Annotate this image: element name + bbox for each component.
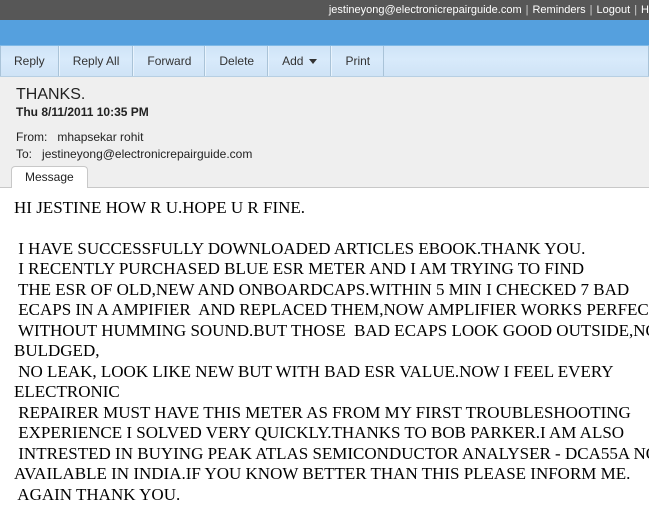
toolbar-filler — [384, 46, 649, 76]
from-label: From: — [16, 130, 48, 144]
body-line: INTRESTED IN BUYING PEAK ATLAS SEMICONDU… — [14, 443, 649, 463]
reply-all-button-label: Reply All — [72, 54, 120, 68]
forward-button-label: Forward — [147, 54, 192, 68]
body-line: REPAIRER MUST HAVE THIS METER AS FROM MY… — [14, 402, 631, 422]
delete-button[interactable]: Delete — [205, 46, 269, 76]
message-from-row: From: mhapsekar rohit — [16, 129, 649, 146]
tab-message-label: Message — [25, 170, 74, 184]
body-line: HI JESTINE HOW R U.HOPE U R FINE. — [14, 198, 306, 217]
reminders-link[interactable]: Reminders — [532, 4, 585, 16]
account-email: jestineyong@electronicrepairguide.com — [328, 4, 522, 16]
blue-accent-band — [0, 20, 649, 46]
account-bar: jestineyong@electronicrepairguide.com | … — [0, 0, 649, 20]
body-line: AVAILABLE IN INDIA.IF YOU KNOW BETTER TH… — [14, 464, 631, 483]
account-bar-separator-1: | — [525, 4, 529, 16]
body-line: BULDGED, — [14, 341, 100, 360]
delete-button-label: Delete — [219, 54, 255, 68]
message-subject: THANKS. — [16, 86, 86, 103]
body-line: ECAPS IN A AMPIFIER AND REPLACED THEM,NO… — [14, 300, 649, 319]
chevron-down-icon — [309, 58, 318, 64]
message-address-block: From: mhapsekar rohit To: jestineyong@el… — [16, 129, 649, 163]
tab-message[interactable]: Message — [11, 166, 88, 188]
message-date: Thu 8/11/2011 10:35 PM — [16, 105, 149, 119]
reply-button[interactable]: Reply — [0, 46, 59, 76]
body-line: WITHOUT HUMMING SOUND.BUT THOSE BAD ECAP… — [14, 320, 649, 340]
message-header-panel: THANKS. Thu 8/11/2011 10:35 PM From: mha… — [0, 77, 649, 165]
body-line: THE ESR OF OLD,NEW AND ONBOARDCAPS.WITHI… — [14, 279, 630, 299]
print-button[interactable]: Print — [331, 46, 385, 76]
body-line: EXPERIENCE I SOLVED VERY QUICKLY.THANKS … — [14, 423, 625, 442]
body-line: AGAIN THANK YOU. — [14, 484, 181, 504]
body-line: ELECTRONIC — [14, 382, 120, 401]
from-value[interactable]: mhapsekar rohit — [57, 130, 143, 144]
message-tab-strip: Message — [0, 165, 649, 188]
reply-button-label: Reply — [14, 54, 45, 68]
logout-link[interactable]: Logout — [597, 4, 631, 16]
body-line: NO LEAK, LOOK LIKE NEW BUT WITH BAD ESR … — [14, 361, 614, 381]
body-line: I RECENTLY PURCHASED BLUE ESR METER AND … — [14, 259, 585, 278]
add-button-label: Add — [282, 54, 304, 68]
add-dropdown-button[interactable]: Add — [268, 46, 332, 76]
forward-button[interactable]: Forward — [133, 46, 206, 76]
to-label: To: — [16, 147, 33, 161]
message-toolbar: Reply Reply All Forward Delete Add Print — [0, 46, 649, 77]
reply-all-button[interactable]: Reply All — [58, 46, 134, 76]
account-bar-separator-3: | — [634, 4, 638, 16]
help-link[interactable]: H — [641, 4, 649, 16]
message-body: HI JESTINE HOW R U.HOPE U R FINE. I HAVE… — [0, 188, 649, 515]
body-blank-line — [14, 219, 649, 239]
body-line: I HAVE SUCCESSFULLY DOWNLOADED ARTICLES … — [14, 238, 586, 258]
account-bar-separator-2: | — [589, 4, 593, 16]
message-to-row: To: jestineyong@electronicrepairguide.co… — [16, 146, 649, 163]
print-button-label: Print — [345, 54, 371, 68]
to-value[interactable]: jestineyong@electronicrepairguide.com — [42, 147, 252, 161]
